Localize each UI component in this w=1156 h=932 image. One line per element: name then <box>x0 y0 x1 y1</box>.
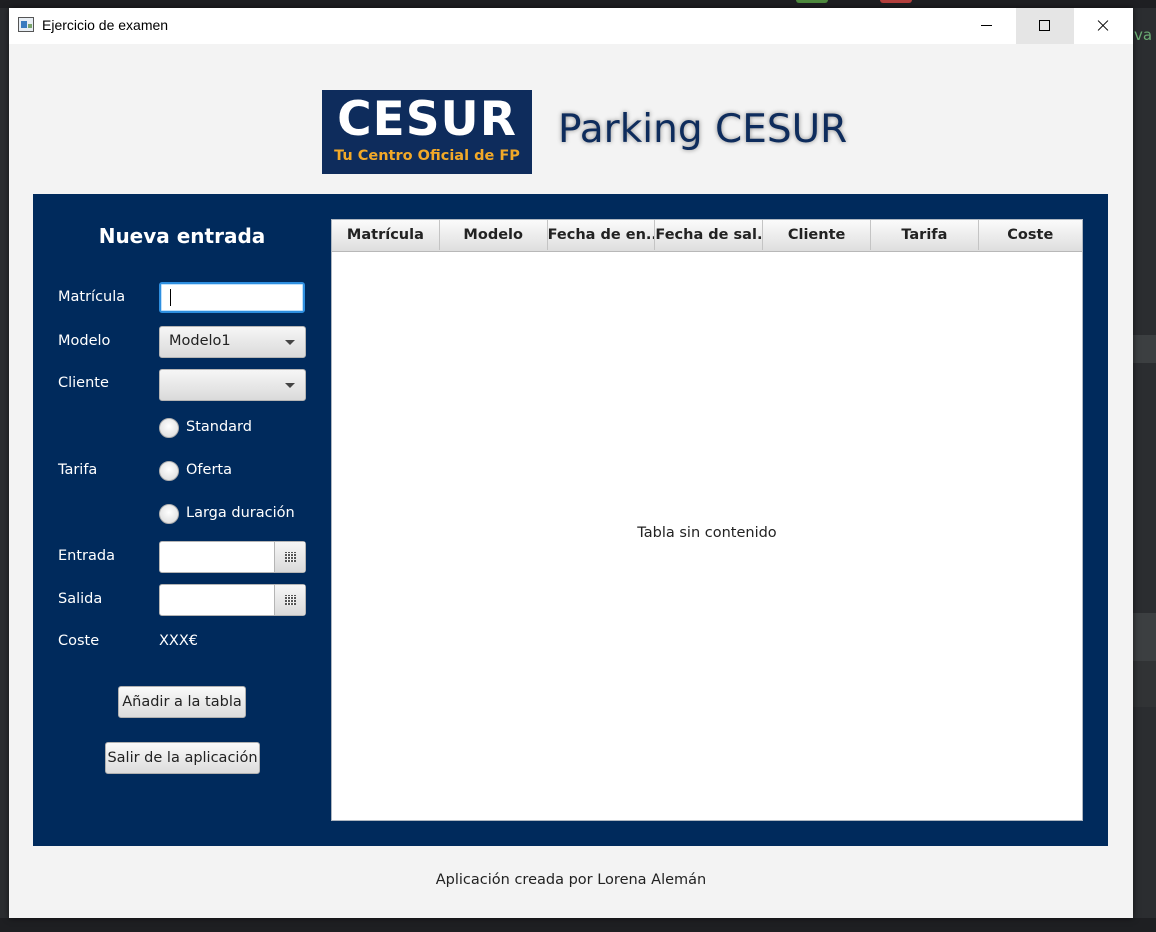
background-right-highlight <box>1133 335 1156 363</box>
radio-larga-duracion-label[interactable]: Larga duración <box>186 505 295 521</box>
app-title: Parking CESUR <box>558 107 848 152</box>
chevron-down-icon <box>285 383 295 388</box>
cesur-logo: CESUR Tu Centro Oficial de FP <box>322 90 532 174</box>
background-bottom-strip <box>0 918 1156 932</box>
column-header-coste[interactable]: Coste <box>979 220 1082 250</box>
form-title: Nueva entrada <box>98 224 266 248</box>
column-header-fecha-entrada[interactable]: Fecha de en... <box>548 220 656 250</box>
radio-larga-duracion[interactable] <box>159 504 179 524</box>
label-matricula: Matrícula <box>58 289 126 305</box>
radio-oferta-label[interactable]: Oferta <box>186 462 232 478</box>
window-title: Ejercicio de examen <box>42 17 169 33</box>
minimize-button[interactable] <box>958 8 1016 44</box>
table-header: Matrícula Modelo Fecha de en... Fecha de… <box>332 220 1082 252</box>
background-right-highlight <box>1133 613 1156 661</box>
column-header-matricula[interactable]: Matrícula <box>332 220 440 250</box>
background-left-strip <box>0 8 9 932</box>
coste-value: XXX€ <box>159 633 199 649</box>
main-panel: Nueva entrada Matrícula Modelo Modelo1 C… <box>33 194 1108 846</box>
radio-standard[interactable] <box>159 418 179 438</box>
label-salida: Salida <box>58 591 103 607</box>
radio-oferta[interactable] <box>159 461 179 481</box>
label-entrada: Entrada <box>58 548 115 564</box>
close-button[interactable] <box>1074 8 1132 44</box>
calendar-icon <box>285 552 296 562</box>
chevron-down-icon <box>285 340 295 345</box>
label-modelo: Modelo <box>58 333 111 349</box>
background-run-indicator <box>796 0 828 3</box>
background-stop-indicator <box>880 0 912 3</box>
app-icon <box>18 17 34 32</box>
modelo-combobox[interactable]: Modelo1 <box>159 326 306 358</box>
salida-date-picker[interactable] <box>159 584 306 616</box>
add-to-table-button[interactable]: Añadir a la tabla <box>118 686 246 718</box>
background-code-fragment: va <box>1134 26 1153 44</box>
exit-app-button[interactable]: Salir de la aplicación <box>105 742 260 774</box>
entrada-date-picker[interactable] <box>159 541 306 573</box>
background-top-strip <box>0 0 1156 8</box>
column-header-modelo[interactable]: Modelo <box>440 220 548 250</box>
radio-standard-label[interactable]: Standard <box>186 419 252 435</box>
logo-tagline: Tu Centro Oficial de FP <box>334 148 520 164</box>
cliente-combobox[interactable] <box>159 369 306 401</box>
title-bar[interactable]: Ejercicio de examen <box>9 8 1133 44</box>
background-right-strip <box>1133 8 1156 932</box>
text-caret <box>170 289 171 306</box>
parking-table[interactable]: Matrícula Modelo Fecha de en... Fecha de… <box>331 219 1083 821</box>
entrada-calendar-button[interactable] <box>274 542 305 572</box>
salida-calendar-button[interactable] <box>274 585 305 615</box>
background-right-highlight <box>1133 661 1156 707</box>
logo-word: CESUR <box>337 92 517 147</box>
column-header-cliente[interactable]: Cliente <box>763 220 871 250</box>
label-tarifa: Tarifa <box>58 462 98 478</box>
app-window: Ejercicio de examen CESUR Tu Centro Ofic… <box>9 8 1133 918</box>
calendar-icon <box>285 595 296 605</box>
label-cliente: Cliente <box>58 375 109 391</box>
matricula-input[interactable] <box>159 282 305 313</box>
table-empty-message: Tabla sin contenido <box>637 525 777 541</box>
maximize-button[interactable] <box>1016 8 1074 44</box>
label-coste: Coste <box>58 633 100 649</box>
modelo-selected: Modelo1 <box>169 333 231 349</box>
footer-credit: Aplicación creada por Lorena Alemán <box>435 872 707 888</box>
column-header-tarifa[interactable]: Tarifa <box>871 220 979 250</box>
column-header-fecha-salida[interactable]: Fecha de sal... <box>655 220 764 250</box>
